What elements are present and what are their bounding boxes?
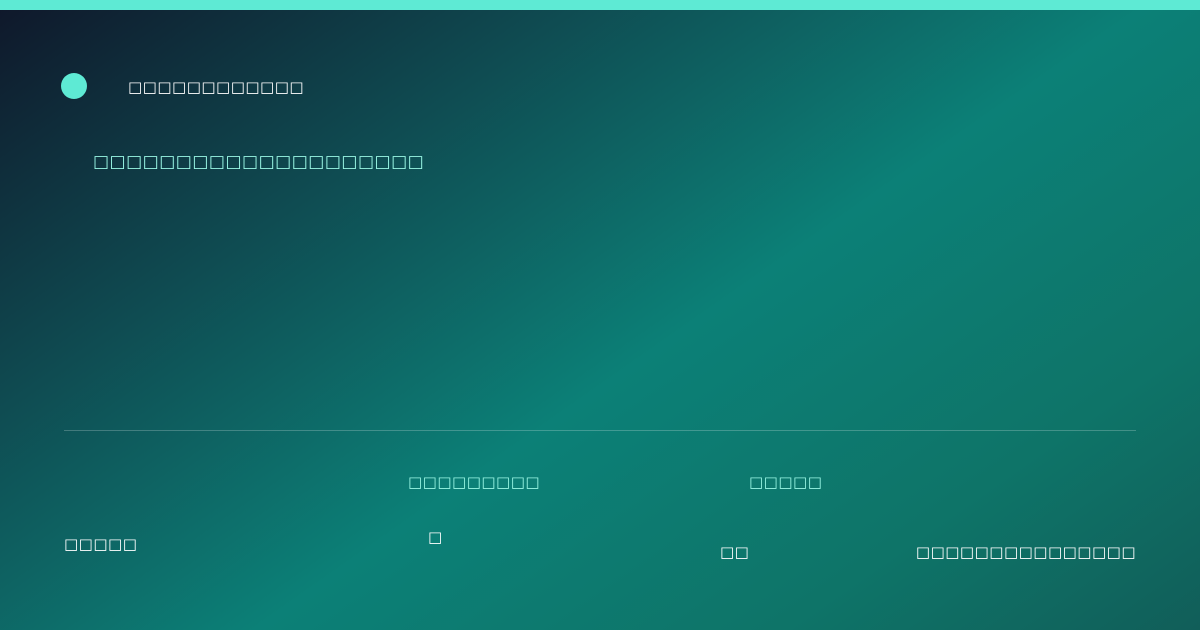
stat-2-value: □□ [720, 543, 750, 561]
brand-logo-dot [61, 73, 87, 99]
footer-left-text: □□□□□ [64, 535, 138, 553]
stat-1-label: □□□□□□□□□ [408, 473, 541, 491]
share-card: □□□□□□□□□□□□ □□□□□□□□□□□□□□□□□□□□ □□□□□ … [0, 0, 1200, 630]
stat-1-value: □ [428, 528, 443, 546]
headline: □□□□□□□□□□□□□□□□□□□□ [93, 152, 425, 172]
brand-name: □□□□□□□□□□□□ [128, 78, 305, 96]
footer-right-text: □□□□□□□□□□□□□□□ [915, 543, 1136, 561]
divider [64, 430, 1136, 431]
stat-2-label: □□□□□ [749, 473, 823, 491]
accent-bar [0, 0, 1200, 10]
